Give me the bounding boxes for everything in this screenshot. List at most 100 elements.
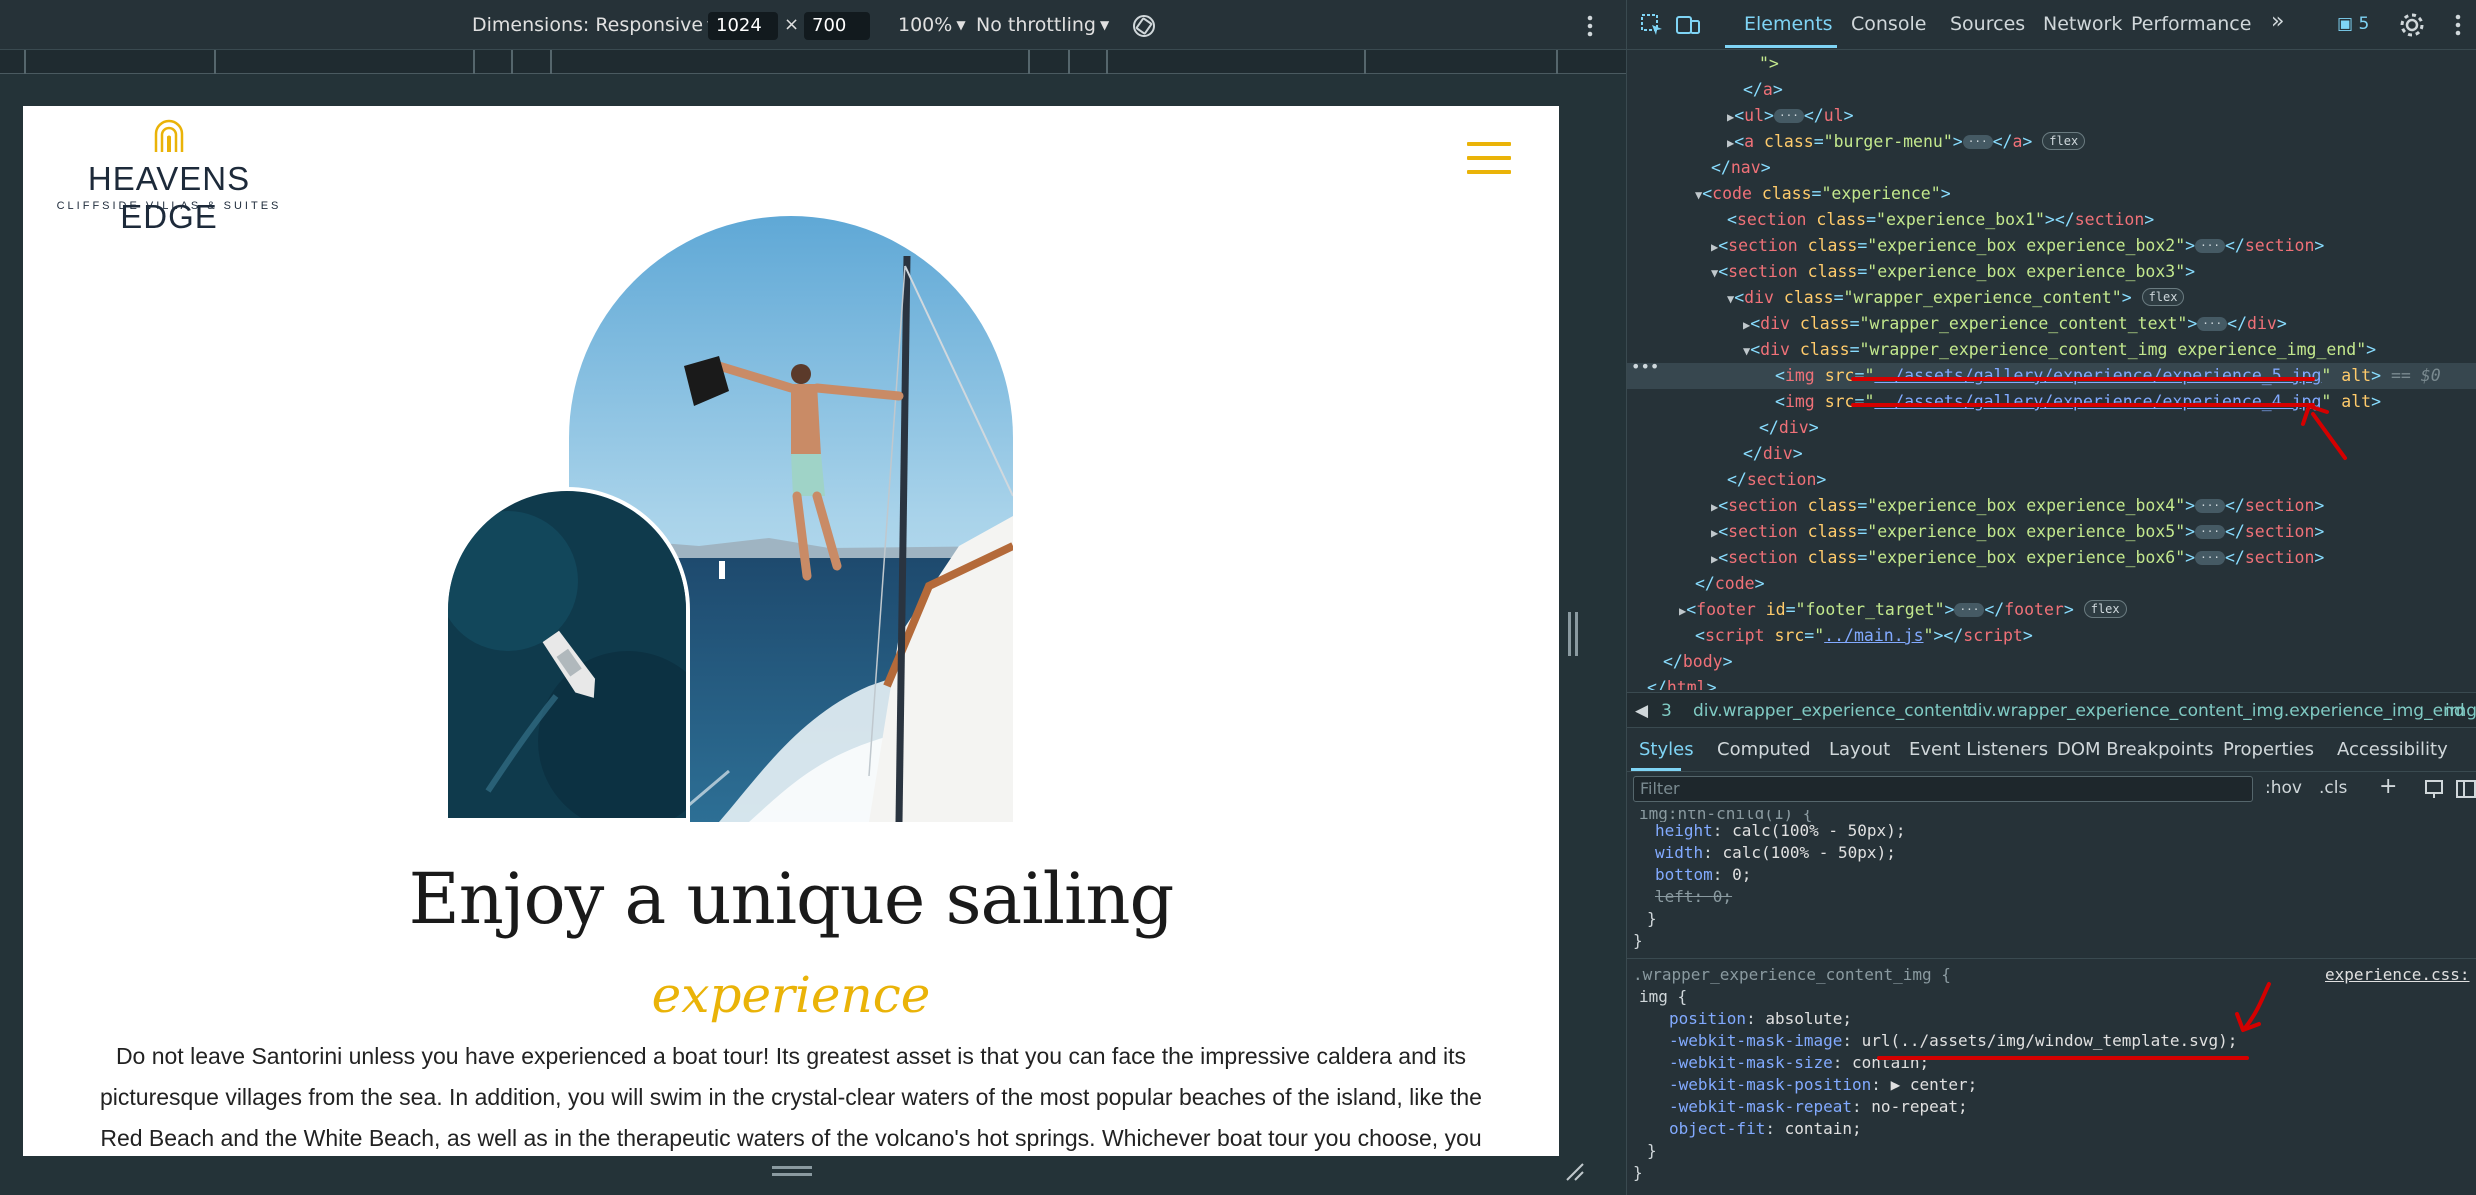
ruler-mark [24,50,26,74]
dom-node-line[interactable]: <img src="../assets/gallery/experience/e… [1627,363,2476,389]
emulated-viewport: HEAVENS EDGE CLIFFSIDE VILLAS & SUITES E… [23,106,1559,1156]
media-query-ruler[interactable] [0,50,1626,74]
devtools-more-icon[interactable] [2445,12,2471,38]
tab-dom-breakpoints[interactable]: DOM Breakpoints [2057,739,2213,760]
tab-sources[interactable]: Sources [1950,13,2025,35]
breadcrumb-item[interactable]: 3 [1661,701,1672,721]
annotation-arrow-icon [2301,404,2347,460]
css-declaration[interactable]: -webkit-mask-image: url(../assets/img/wi… [1669,1030,2237,1052]
caret-down-icon: ▼ [1099,18,1110,32]
annotation-underline [1851,377,2315,381]
css-source-link[interactable]: experience.css: [2325,964,2470,986]
annotation-underline [1851,403,2315,407]
settings-gear-icon[interactable] [2399,12,2425,38]
devtools-panel: Elements Console Sources Network Perform… [1626,0,2476,1195]
dom-tree[interactable]: "> </a> ▶<ul> ··· </ul> ▶<a class="burger-men… [1627,50,2476,690]
css-declaration-overridden[interactable]: left: 0; [1655,886,1732,908]
dom-node-line[interactable]: </nav> [1627,155,2476,181]
dom-node-line[interactable]: <script src="../main.js"></script> [1627,623,2476,649]
tab-event-listeners[interactable]: Event Listeners [1909,739,2048,760]
tab-computed[interactable]: Computed [1717,739,1811,760]
css-nested-selector[interactable]: img { [1639,986,1687,1008]
css-declaration[interactable]: bottom: 0; [1655,864,1751,886]
dom-node-line[interactable]: "> [1627,51,2476,77]
tab-layout[interactable]: Layout [1829,739,1890,760]
styles-filter-input[interactable]: Filter [1633,776,2253,802]
logo-arch-icon [154,119,184,152]
dimensions-dropdown[interactable]: Dimensions: Responsive▼ [472,12,716,38]
dom-node-line[interactable]: </code> [1627,571,2476,597]
zoom-dropdown[interactable]: 100% ▼ [898,12,966,38]
aerial-boat-photo-art [448,491,686,818]
breadcrumb-scroll-left-icon[interactable]: ◀ [1635,701,1648,721]
ruler-mark [511,50,513,74]
dom-node-line[interactable]: </a> [1627,77,2476,103]
styles-pane[interactable]: img:nth-child(1) { height: calc(100% - 5… [1627,808,2476,1195]
dom-node-line[interactable]: ▶<section class="experience_box experien… [1627,545,2476,571]
site-logo[interactable]: HEAVENS EDGE CLIFFSIDE VILLAS & SUITES [49,112,289,235]
more-tabs-icon[interactable]: » [2271,9,2284,34]
breadcrumb-item[interactable]: img [2445,701,2476,721]
ruler-mark [1028,50,1030,74]
sidebar-toggle-icon[interactable] [2455,778,2476,800]
tab-styles[interactable]: Styles [1639,739,1694,760]
dom-node-line[interactable]: </section> [1627,467,2476,493]
experience-heading-accent: experience [651,966,931,1024]
css-declaration[interactable]: height: calc(100% - 50px); [1655,820,1905,842]
css-declaration[interactable]: -webkit-mask-repeat: no-repeat; [1669,1096,1968,1118]
burger-menu-button[interactable] [1467,142,1511,174]
computed-styles-toggle-icon[interactable] [2423,778,2445,800]
dom-node-line[interactable]: ▶<section class="experience_box experien… [1627,493,2476,519]
viewport-resize-handle-bottom[interactable] [772,1166,812,1176]
css-declaration[interactable]: -webkit-mask-position: ▶ center; [1669,1074,1977,1096]
dom-node-line[interactable]: ▶<div class="wrapper_experience_content_… [1627,311,2476,337]
dom-node-line[interactable]: ▶<ul> ··· </ul> [1627,103,2476,129]
css-declaration[interactable]: width: calc(100% - 50px); [1655,842,1896,864]
dom-node-line[interactable]: </html> [1627,675,2476,690]
inspect-element-icon[interactable] [1639,12,1665,38]
device-toolbar-icon[interactable] [1675,12,1701,38]
dom-node-line[interactable]: ▶<section class="experience_box experien… [1627,233,2476,259]
viewport-resize-corner-icon[interactable] [1563,1160,1585,1182]
device-height-input[interactable]: 700 [804,12,870,40]
css-declaration[interactable]: position: absolute; [1669,1008,1852,1030]
dom-node-line[interactable]: ▼<div class="wrapper_experience_content_… [1627,337,2476,363]
tab-network[interactable]: Network [2043,13,2122,35]
dom-node-line[interactable]: </body> [1627,649,2476,675]
class-toggle[interactable]: .cls [2319,778,2347,798]
css-selector[interactable]: .wrapper_experience_content_img { [1633,964,1951,986]
dom-node-line[interactable]: ▶<a class="burger-menu"> ··· </a> flex [1627,129,2476,155]
css-brace: } [1633,931,1643,950]
dom-node-line[interactable]: ▼<section class="experience_box experien… [1627,259,2476,285]
experience-paragraph: Do not leave Santorini unless you have e… [100,1043,1482,1151]
tab-accessibility[interactable]: Accessibility [2337,739,2448,760]
active-subtab-indicator [1631,768,1681,771]
ruler-mark [1068,50,1070,74]
breadcrumb-item[interactable]: div.wrapper_experience_content [1693,701,1969,721]
rotate-icon[interactable] [1130,12,1158,40]
throttling-dropdown[interactable]: No throttling ▼ [976,12,1109,38]
burger-line [1467,170,1511,174]
tab-properties[interactable]: Properties [2223,739,2314,760]
experience-heading: Enjoy a unique sailing [408,858,1175,940]
issues-badge[interactable]: ▣ 5 [2337,14,2369,34]
device-emulation-pane: Dimensions: Responsive▼ 1024 × 700 100%▼… [0,0,1626,1195]
dom-node-line[interactable]: <section class="experience_box1"></secti… [1627,207,2476,233]
logo-title: HEAVENS EDGE [87,160,251,235]
device-width-input[interactable]: 1024 [708,12,778,40]
dom-node-line[interactable]: ▼<div class="wrapper_experience_content"… [1627,285,2476,311]
more-options-icon[interactable] [1586,13,1594,39]
tab-console[interactable]: Console [1851,13,1926,35]
dom-node-line[interactable]: ▶<footer id="footer_target"> ··· </footer>… [1627,597,2476,623]
dom-node-line[interactable]: ▼<code class="experience"> [1627,181,2476,207]
css-declaration[interactable]: object-fit: contain; [1669,1118,1862,1140]
tab-elements[interactable]: Elements [1744,13,1833,35]
viewport-resize-handle-right[interactable] [1568,612,1578,656]
new-rule-icon[interactable]: + [2379,774,2397,799]
tab-performance[interactable]: Performance [2131,13,2251,35]
breadcrumb-item[interactable]: div.wrapper_experience_content_img.exper… [1967,701,2465,721]
node-actions-icon[interactable]: ••• [1631,357,1659,376]
hover-state-toggle[interactable]: :hov [2265,778,2302,798]
burger-line [1467,142,1511,146]
dom-node-line[interactable]: ▶<section class="experience_box experien… [1627,519,2476,545]
